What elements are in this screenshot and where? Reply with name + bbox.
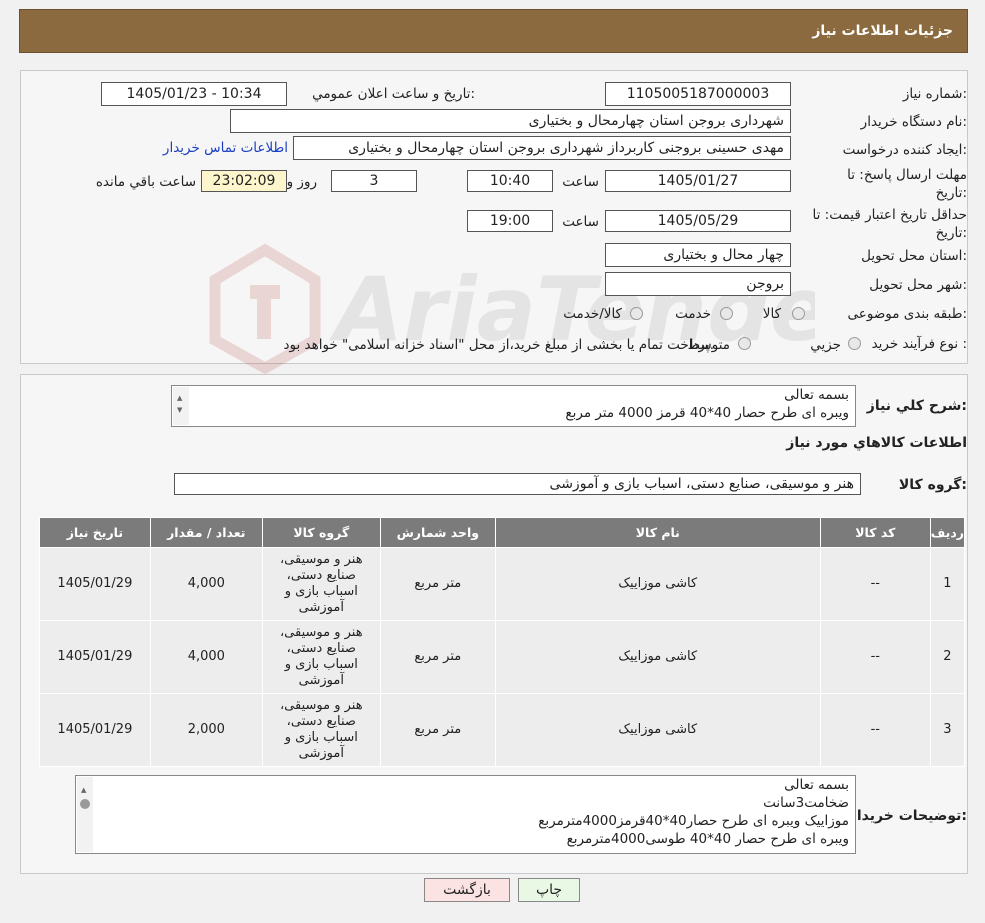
need-number-field: 1105005187000003	[605, 82, 791, 106]
cell-item-name: کاشی موزاییک	[494, 620, 821, 694]
col-item-name: نام کالا	[494, 517, 821, 548]
validity-date-field: 1405/05/29	[605, 210, 791, 232]
category-service-radio[interactable]	[720, 307, 733, 320]
reply-time-label: ساعت	[562, 174, 599, 190]
cell-row-number: 3	[929, 693, 966, 767]
description-line: ویبره ای طرح حصار 40*40 قرمز 4000 متر مر…	[565, 405, 849, 421]
cell-row-number: 1	[929, 547, 966, 621]
cell-need-date: 1405/01/29	[39, 693, 151, 767]
cell-item-code: --	[819, 547, 931, 621]
announce-datetime-field: 1405/01/23 - 10:34	[101, 82, 287, 106]
cell-quantity: 4,000	[149, 620, 263, 694]
cell-unit: متر مربع	[379, 620, 496, 694]
days-label: روز و	[286, 174, 317, 190]
buyer-org-label: نام دستگاه خريدار:	[860, 114, 967, 130]
reply-time-field: 10:40	[467, 170, 553, 192]
category-goods-radio[interactable]	[792, 307, 805, 320]
city-label: شهر محل تحويل:	[869, 277, 967, 293]
province-field: چهار محال و بختیاری	[605, 243, 791, 267]
description-textarea[interactable]: ▲ ▼ بسمه تعالی ویبره ای طرح حصار 40*40 ق…	[171, 385, 856, 427]
requester-label: ايجاد کننده درخواست:	[842, 142, 967, 158]
description-scrollbar[interactable]: ▲ ▼	[173, 387, 189, 425]
col-item-code: کد کالا	[819, 517, 931, 548]
city-field: بروجن	[605, 272, 791, 296]
buyer-org-field: شهرداری بروجن استان چهارمحال و بختیاری	[230, 109, 791, 133]
buyer-notes-textarea[interactable]: ▲ بسمه تعالی ضخامت3سانت موزاییک ویبره ای…	[75, 775, 856, 854]
process-treasury-note: پرداخت تمام يا بخشی از مبلغ خريد،از محل …	[283, 337, 714, 353]
col-need-date: تاريخ نياز	[39, 517, 151, 548]
category-label: طبقه بندی موضوعی:	[847, 306, 967, 322]
col-row-number: رديف	[929, 517, 966, 548]
table-row: 3 -- کاشی موزاییک متر مربع هنر و موسیقی،…	[39, 693, 966, 767]
back-button[interactable]: بازگشت	[424, 878, 510, 902]
buyer-notes-scrollbar[interactable]: ▲	[77, 777, 93, 852]
announce-datetime-label: تاریخ و ساعت اعلان عمومي:	[312, 86, 475, 102]
category-service-label: خدمت	[675, 306, 711, 322]
process-minor-label: جزيي	[810, 337, 841, 353]
days-field: 3	[331, 170, 417, 192]
description-label: شرح کلي نياز:	[866, 398, 967, 414]
process-medium-radio[interactable]	[738, 337, 751, 350]
cell-unit: متر مربع	[379, 547, 496, 621]
goods-table: رديف کد کالا نام کالا واحد شمارش گروه کا…	[39, 517, 966, 767]
cell-row-number: 2	[929, 620, 966, 694]
cell-need-date: 1405/01/29	[39, 547, 151, 621]
col-quantity: تعداد / مقدار	[149, 517, 263, 548]
buyer-contact-link[interactable]: اطلاعات تماس خريدار	[163, 140, 288, 156]
cell-quantity: 4,000	[149, 547, 263, 621]
remaining-time-field: 23:02:09	[201, 170, 287, 192]
goods-group-label: گروه کالا:	[898, 477, 967, 493]
reply-date-field: 1405/01/27	[605, 170, 791, 192]
cell-item-group: هنر و موسیقی، صنایع دستی، اسباب بازی و آ…	[261, 547, 381, 621]
print-button[interactable]: چاپ	[518, 878, 580, 902]
category-goods-service-radio[interactable]	[630, 307, 643, 320]
buyer-notes-line: ویبره ای طرح حصار 40*40 طوسی4000مترمربع	[566, 831, 849, 847]
cell-item-code: --	[819, 620, 931, 694]
col-unit: واحد شمارش	[379, 517, 496, 548]
cell-quantity: 2,000	[149, 693, 263, 767]
category-goods-label: کالا	[762, 306, 781, 322]
cell-item-code: --	[819, 693, 931, 767]
scroll-thumb[interactable]	[80, 799, 90, 809]
buyer-notes-label: توضيحات خريدار:	[848, 808, 967, 824]
cell-item-group: هنر و موسیقی، صنایع دستی، اسباب بازی و آ…	[261, 620, 381, 694]
page-header: جزئیات اطلاعات نیاز	[19, 9, 968, 53]
buyer-notes-line: موزاییک ویبره ای طرح حصار40*40قرمز4000مت…	[538, 813, 849, 829]
buyer-notes-line: ضخامت3سانت	[763, 795, 849, 811]
requester-field: مهدی حسینی بروجنی کاربرداز شهرداری بروجن…	[293, 136, 791, 160]
scroll-down-icon[interactable]: ▼	[177, 401, 182, 419]
goods-section-title: اطلاعات کالاهاي مورد نياز	[786, 435, 967, 451]
table-row: 2 -- کاشی موزاییک متر مربع هنر و موسیقی،…	[39, 620, 966, 694]
table-header-row: رديف کد کالا نام کالا واحد شمارش گروه کا…	[39, 517, 966, 548]
validity-time-field: 19:00	[467, 210, 553, 232]
process-minor-radio[interactable]	[848, 337, 861, 350]
cell-item-name: کاشی موزاییک	[494, 547, 821, 621]
page-title: جزئیات اطلاعات نیاز	[812, 23, 953, 39]
category-goods-service-label: کالا/خدمت	[563, 306, 622, 322]
col-item-group: گروه کالا	[261, 517, 381, 548]
price-validity-label: حداقل تاريخ اعتبار قيمت: تا تاريخ:	[812, 207, 967, 241]
table-row: 1 -- کاشی موزاییک متر مربع هنر و موسیقی،…	[39, 547, 966, 621]
goods-group-field: هنر و موسیقی، صنایع دستی، اسباب بازی و آ…	[174, 473, 861, 495]
need-number-label: شماره نیاز:	[902, 86, 967, 102]
cell-need-date: 1405/01/29	[39, 620, 151, 694]
cell-item-name: کاشی موزاییک	[494, 693, 821, 767]
scroll-up-icon[interactable]: ▲	[81, 781, 86, 799]
remaining-time-label: ساعت باقي مانده	[95, 174, 196, 190]
province-label: استان محل تحويل:	[861, 248, 967, 264]
buyer-notes-line: بسمه تعالی	[784, 777, 849, 793]
description-line: بسمه تعالی	[784, 387, 849, 403]
validity-time-label: ساعت	[562, 214, 599, 230]
cell-unit: متر مربع	[379, 693, 496, 767]
reply-deadline-label: مهلت ارسال پاسخ: تا تاریخ:	[847, 167, 967, 201]
process-label: نوع فرآيند خريد :	[871, 336, 967, 352]
cell-item-group: هنر و موسیقی، صنایع دستی، اسباب بازی و آ…	[261, 693, 381, 767]
